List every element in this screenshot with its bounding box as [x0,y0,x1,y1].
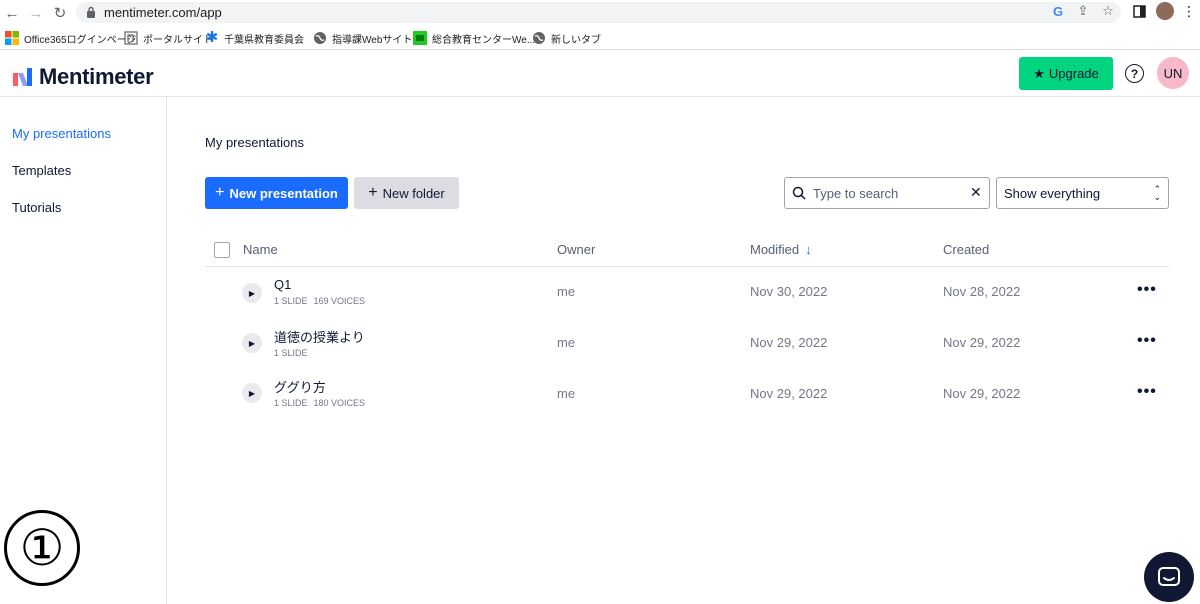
filter-value: Show everything [1004,186,1101,201]
bookmark-item[interactable]: ポータルサイト [124,30,213,46]
bookmarks-bar: Office365ログインページ ポータルサイト ✱ 千葉県教育委員会 指導課W… [0,26,1200,50]
row-owner: me [557,284,576,299]
row-modified: Nov 30, 2022 [750,284,828,299]
search-box: ✕ [784,177,990,209]
url-text: mentimeter.com/app [104,5,222,20]
row-created: Nov 29, 2022 [943,386,1021,401]
center-icon [413,31,427,45]
share-icon[interactable]: ⇪ [1075,3,1091,19]
bookmark-label: 指導課Webサイト [332,34,413,46]
microsoft-icon [5,31,19,45]
column-header-owner[interactable]: Owner [557,242,595,257]
play-icon[interactable]: ▶ [242,333,262,353]
presentation-meta: 1 SLIDE 169 VOICES [274,296,365,306]
table-row[interactable]: ▶ 道徳の授業より 1 SLIDE me Nov 29, 2022 Nov 29… [205,330,1169,383]
bookmark-item[interactable]: Office365ログインページ [5,30,136,46]
new-folder-button[interactable]: + New folder [354,177,459,209]
brand-logo[interactable]: Mentimeter [13,64,154,90]
back-icon[interactable]: ← [2,3,22,23]
upgrade-label: Upgrade [1048,66,1099,81]
brand-name: Mentimeter [39,64,154,89]
filter-select[interactable]: Show everything ⌃ ⌄ [996,177,1169,209]
sort-down-arrow-icon: ↓ [805,242,812,257]
more-options-icon[interactable]: ••• [1137,281,1157,299]
upgrade-button[interactable]: ★ Upgrade [1019,57,1113,90]
sidebar-item-my-presentations[interactable]: My presentations [12,126,111,141]
more-options-icon[interactable]: ••• [1137,332,1157,350]
browser-toolbar: ← → ↻ mentimeter.com/app G ⇪ ☆ ⋮ [0,0,1200,26]
new-folder-label: New folder [382,185,445,201]
select-all-checkbox[interactable] [214,242,230,258]
mentimeter-logo-icon [13,68,32,86]
chat-icon [1158,567,1180,586]
app-header: Mentimeter ★ Upgrade ? UN [0,51,1200,97]
step-number-annotation: ① [4,510,80,586]
more-options-icon[interactable]: ••• [1137,383,1157,401]
slide-count: 1 SLIDE [274,398,308,408]
row-created: Nov 29, 2022 [943,335,1021,350]
side-panel-icon[interactable] [1131,3,1147,19]
table-divider [205,266,1169,267]
column-header-modified[interactable]: Modified ↓ [750,242,812,257]
play-icon[interactable]: ▶ [242,283,262,303]
voice-count: 180 VOICES [313,398,366,408]
chat-widget-button[interactable] [1144,552,1194,602]
sidebar-item-tutorials[interactable]: Tutorials [12,200,61,215]
table-row[interactable]: ▶ ググり方 1 SLIDE 180 VOICES me Nov 29, 2022… [205,380,1169,433]
star-icon: ★ [1033,65,1045,81]
presentation-meta: 1 SLIDE [274,348,308,358]
bookmark-label: ポータルサイト [143,34,213,46]
bookmark-item[interactable]: 総合教育センターWe... [413,30,535,46]
bookmark-item[interactable]: 新しいタブ [532,30,601,46]
profile-avatar-icon[interactable] [1156,2,1174,20]
play-icon[interactable]: ▶ [242,383,262,403]
asterisk-icon: ✱ [205,29,219,46]
plus-icon: + [215,184,225,201]
presentation-name[interactable]: 道徳の授業より [274,327,365,346]
bookmark-label: 千葉県教育委員会 [224,34,304,46]
forward-icon[interactable]: → [26,3,46,23]
kebab-menu-icon[interactable]: ⋮ [1181,3,1197,19]
slide-count: 1 SLIDE [274,348,308,358]
modified-label: Modified [750,242,800,257]
globe-icon [314,32,326,44]
new-presentation-label: New presentation [229,185,338,201]
row-created: Nov 28, 2022 [943,284,1021,299]
row-modified: Nov 29, 2022 [750,335,828,350]
voice-count: 169 VOICES [313,296,366,306]
reload-icon[interactable]: ↻ [50,3,70,23]
table-row[interactable]: ▶ Q1 1 SLIDE 169 VOICES me Nov 30, 2022 N… [205,277,1169,333]
bookmark-item[interactable]: ✱ 千葉県教育委員会 [205,30,304,46]
presentation-meta: 1 SLIDE 180 VOICES [274,398,365,408]
sidebar-item-templates[interactable]: Templates [12,163,71,178]
row-owner: me [557,386,576,401]
bookmark-label: 新しいタブ [551,34,601,46]
row-modified: Nov 29, 2022 [750,386,828,401]
avatar[interactable]: UN [1157,57,1189,89]
new-presentation-button[interactable]: + New presentation [205,177,348,209]
search-input[interactable] [813,183,963,203]
presentation-name[interactable]: Q1 [274,277,291,292]
help-icon[interactable]: ? [1125,64,1144,83]
sidebar: My presentations Templates Tutorials ① [0,97,167,604]
column-header-name[interactable]: Name [243,242,278,257]
address-bar[interactable]: mentimeter.com/app [76,2,1121,23]
google-icon[interactable]: G [1050,3,1066,19]
plus-icon: + [368,184,378,201]
lock-icon [87,6,95,18]
portal-icon [124,31,138,45]
clear-search-icon[interactable]: ✕ [970,184,982,201]
slide-count: 1 SLIDE [274,296,308,306]
star-icon[interactable]: ☆ [1100,3,1116,19]
bookmark-label: Office365ログインページ [24,34,137,46]
row-owner: me [557,335,576,350]
select-arrows-icon: ⌃ ⌄ [1153,184,1161,202]
presentation-name[interactable]: ググり方 [274,377,326,396]
page-title: My presentations [205,135,304,150]
bookmark-label: 総合教育センターWe... [432,34,536,46]
column-header-created[interactable]: Created [943,242,989,257]
bookmark-item[interactable]: 指導課Webサイト [313,30,412,46]
globe-icon [533,32,545,44]
search-icon [792,186,806,200]
